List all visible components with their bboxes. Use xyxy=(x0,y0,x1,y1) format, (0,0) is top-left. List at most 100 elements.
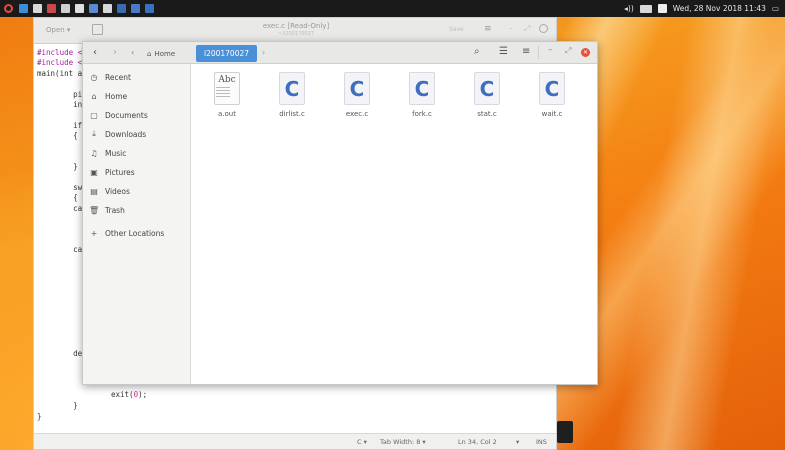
file-item[interactable]: Cdirlist.c xyxy=(262,72,322,118)
language-selector[interactable]: C ▾ xyxy=(357,438,367,446)
launcher-icon[interactable] xyxy=(103,4,112,13)
launcher-icon[interactable] xyxy=(47,4,56,13)
back-icon[interactable]: ‹ xyxy=(93,47,97,58)
position-dropdown-icon[interactable]: ▾ xyxy=(516,438,519,446)
hamburger-menu-icon[interactable]: ≡ xyxy=(484,24,492,34)
header-separator xyxy=(538,46,539,59)
file-name: wait.c xyxy=(541,110,563,118)
breadcrumb-home[interactable]: ⌂ Home xyxy=(147,47,175,60)
launcher-icon[interactable] xyxy=(75,4,84,13)
launcher-icon[interactable] xyxy=(19,4,28,13)
path-scroll-left-icon[interactable]: ‹ xyxy=(131,48,134,57)
minimize-icon[interactable]: – xyxy=(509,24,513,33)
clock-icon: ◷ xyxy=(90,72,98,82)
code-line: sw xyxy=(37,183,83,193)
launcher-icon[interactable] xyxy=(61,4,70,13)
home-icon: ⌂ xyxy=(91,91,97,101)
sidebar-item-home[interactable]: ⌂ Home xyxy=(89,89,127,103)
launcher-icon[interactable] xyxy=(131,4,140,13)
network-icon[interactable] xyxy=(657,4,667,13)
file-icon-glyph: C xyxy=(539,72,565,105)
file-name: fork.c xyxy=(412,110,432,118)
sidebar-item-documents[interactable]: ▢ Documents xyxy=(89,108,148,122)
system-tray: ◂)) Wed, 28 Nov 2018 11:43 ▭ xyxy=(624,0,779,17)
close-icon[interactable] xyxy=(539,24,548,33)
video-icon: ▤ xyxy=(90,186,98,196)
status-bar: C ▾ Tab Width: 8 ▾ Ln 34, Col 2 ▾ INS xyxy=(34,433,556,449)
save-button[interactable]: Save xyxy=(449,26,464,33)
tab-width-selector[interactable]: Tab Width: 8 ▾ xyxy=(380,438,426,446)
view-list-icon[interactable]: ☰ xyxy=(499,46,508,57)
launcher-icon[interactable] xyxy=(117,4,126,13)
text-file-icon: Abc xyxy=(211,72,243,106)
screen-icon[interactable]: ▭ xyxy=(772,4,779,13)
hamburger-menu-icon[interactable]: ≡ xyxy=(522,46,530,57)
sidebar-item-other-locations[interactable]: + Other Locations xyxy=(89,226,165,240)
launcher-icon[interactable] xyxy=(145,4,154,13)
file-item[interactable]: Cstat.c xyxy=(457,72,517,118)
code-editor[interactable]: #include < #include < main(int a pi in if … xyxy=(37,48,82,422)
music-icon: ♫ xyxy=(90,148,98,158)
file-icon-glyph: C xyxy=(474,72,500,105)
maximize-icon[interactable]: ⤢ xyxy=(565,46,571,56)
code-line: pi xyxy=(37,89,83,99)
activities-icon[interactable] xyxy=(4,4,13,13)
sidebar-item-label: Home xyxy=(105,91,128,101)
cursor-position[interactable]: Ln 34, Col 2 xyxy=(458,438,497,446)
sidebar-item-label: Documents xyxy=(105,110,148,120)
volume-icon[interactable]: ◂)) xyxy=(624,4,634,13)
c-source-file-icon: C xyxy=(341,72,373,106)
files-window[interactable]: ‹ › ‹ ⌂ Home l200170027 › ⌕ ☰ ≡ – ⤢ ✕ ◷ R… xyxy=(82,41,598,385)
terminal-thumbnail[interactable] xyxy=(557,421,573,443)
launcher-icon[interactable] xyxy=(33,4,42,13)
file-name: exec.c xyxy=(345,110,369,118)
file-item[interactable]: Cexec.c xyxy=(327,72,387,118)
file-item[interactable]: Cfork.c xyxy=(392,72,452,118)
minimize-icon[interactable]: – xyxy=(548,45,553,55)
sidebar-item-pictures[interactable]: ▣ Pictures xyxy=(89,165,134,179)
file-name: a.out xyxy=(218,110,236,118)
search-icon[interactable]: ⌕ xyxy=(474,46,480,57)
file-icon-glyph: C xyxy=(344,72,370,105)
file-grid: Abc a.out Cdirlist.c Cexec.c Cfork.c Cstat.c C… xyxy=(191,64,597,384)
code-exit-line: exit(0); xyxy=(111,390,148,399)
clock[interactable]: Wed, 28 Nov 2018 11:43 xyxy=(673,4,766,13)
file-item[interactable]: Abc a.out xyxy=(197,72,257,118)
forward-icon[interactable]: › xyxy=(113,47,117,58)
maximize-icon[interactable]: ⤢ xyxy=(524,24,530,34)
trash-icon: 🗑 xyxy=(89,205,100,215)
sidebar-item-recent[interactable]: ◷ Recent xyxy=(89,70,131,84)
sidebar-item-label: Recent xyxy=(105,72,131,82)
launcher-icon[interactable] xyxy=(89,4,98,13)
picture-icon: ▣ xyxy=(90,167,98,177)
places-sidebar: ◷ Recent ⌂ Home ▢ Documents ⤓ Downloads ♫ Music ▣ P… xyxy=(83,64,191,384)
code-line: } xyxy=(37,401,78,411)
close-icon[interactable]: ✕ xyxy=(581,48,590,57)
code-line: in xyxy=(37,99,83,109)
sidebar-item-trash[interactable]: 🗑 Trash xyxy=(89,203,125,217)
c-source-file-icon: C xyxy=(536,72,568,106)
insert-mode[interactable]: INS xyxy=(536,438,547,446)
breadcrumb-current[interactable]: l200170027 xyxy=(196,45,257,62)
sidebar-item-videos[interactable]: ▤ Videos xyxy=(89,184,130,198)
plus-icon: + xyxy=(90,228,98,238)
sidebar-item-music[interactable]: ♫ Music xyxy=(89,146,126,160)
sidebar-item-label: Videos xyxy=(105,186,130,196)
sidebar-item-downloads[interactable]: ⤓ Downloads xyxy=(89,127,146,141)
path-scroll-right-icon[interactable]: › xyxy=(262,48,265,57)
c-source-file-icon: C xyxy=(471,72,503,106)
c-source-file-icon: C xyxy=(276,72,308,106)
gedit-subtitle: ~/l200170027 xyxy=(278,31,314,37)
file-item[interactable]: Cwait.c xyxy=(522,72,582,118)
battery-icon[interactable] xyxy=(639,4,652,13)
code-line: main(int a xyxy=(37,68,83,78)
